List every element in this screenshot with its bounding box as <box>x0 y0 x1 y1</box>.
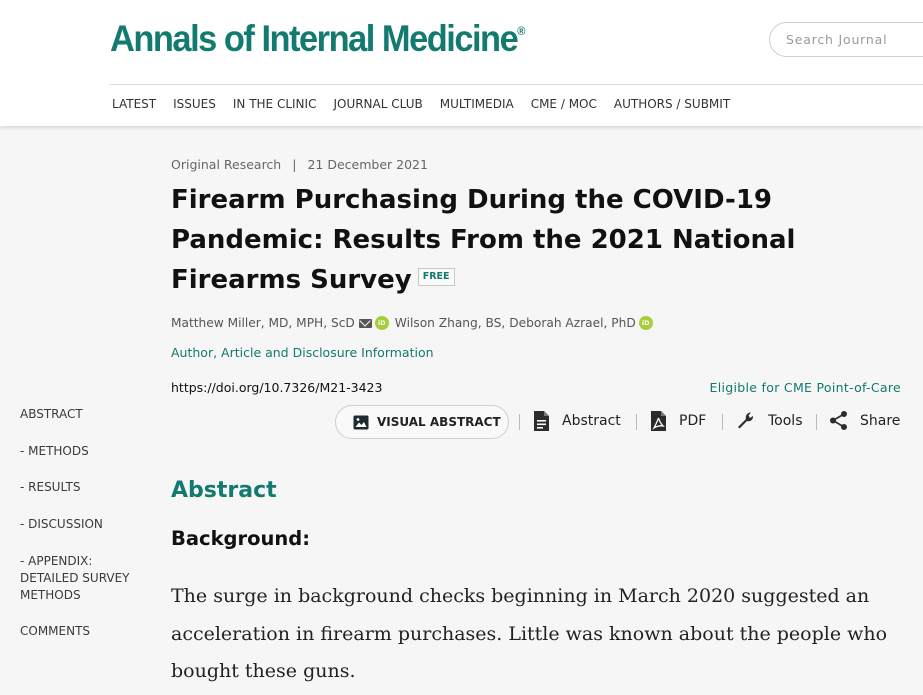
tools-button[interactable]: Tools <box>735 410 803 431</box>
pdf-button[interactable]: PDF <box>650 410 706 432</box>
doi-link[interactable]: https://doi.org/10.7326/M21-3423 <box>171 380 382 395</box>
site-header: Annals of Internal Medicine® LATEST ISSU… <box>0 0 923 126</box>
nav-multimedia[interactable]: MULTIMEDIA <box>440 97 514 111</box>
toolbar-divider <box>636 414 637 430</box>
abstract-label: Abstract <box>562 413 621 429</box>
share-icon <box>830 411 847 430</box>
pdf-icon <box>651 411 666 431</box>
visual-abstract-label: VISUAL ABSTRACT <box>377 415 501 429</box>
article-type: Original Research <box>171 157 282 172</box>
abstract-button[interactable]: Abstract <box>533 410 621 432</box>
orcid-icon[interactable]: iD <box>374 316 389 330</box>
article-date: 21 December 2021 <box>307 157 428 172</box>
document-icon <box>534 411 549 431</box>
nav-latest[interactable]: LATEST <box>112 97 156 111</box>
background-paragraph: The surge in background checks beginning… <box>171 585 888 682</box>
article-toolbar: VISUAL ABSTRACT Abstract PDF Tools Share <box>0 405 923 439</box>
nav-cme-moc[interactable]: CME / MOC <box>531 97 597 111</box>
page-title: Firearm Purchasing During the COVID-19 P… <box>171 185 796 295</box>
nav-journal-club[interactable]: JOURNAL CLUB <box>333 97 422 111</box>
author-name[interactable]: Matthew Miller, MD, MPH, ScD <box>171 316 355 330</box>
main-nav: LATEST ISSUES IN THE CLINIC JOURNAL CLUB… <box>112 97 747 111</box>
visual-abstract-button[interactable]: VISUAL ABSTRACT <box>335 405 509 439</box>
sidebar-item-methods[interactable]: - METHODS <box>20 443 89 460</box>
abstract-heading: Abstract <box>171 478 277 503</box>
toolbar-divider <box>816 414 817 430</box>
search-box[interactable] <box>769 22 923 57</box>
background-heading: Background: <box>171 527 311 550</box>
author-list: Matthew Miller, MD, MPH, ScD iD Wilson Z… <box>171 316 657 330</box>
sidebar-item-comments[interactable]: COMMENTS <box>20 623 90 640</box>
meta-separator: | <box>292 157 297 172</box>
share-label: Share <box>860 412 901 429</box>
image-icon <box>353 415 369 429</box>
article-meta: Original Research | 21 December 2021 <box>171 157 428 172</box>
mail-icon[interactable] <box>358 318 372 328</box>
wrench-icon <box>738 412 754 429</box>
nav-issues[interactable]: ISSUES <box>173 97 216 111</box>
author-info-link[interactable]: Author, Article and Disclosure Informati… <box>171 345 434 360</box>
free-badge: FREE <box>417 267 455 286</box>
nav-in-the-clinic[interactable]: IN THE CLINIC <box>233 97 317 111</box>
share-button[interactable]: Share <box>829 410 900 431</box>
cme-link[interactable]: Eligible for CME Point-of-Care <box>710 380 901 395</box>
sidebar-item-appendix[interactable]: - APPENDIX: DETAILED SURVEY METHODS <box>20 553 145 604</box>
sidebar-item-results[interactable]: - RESULTS <box>20 479 80 496</box>
sidebar-item-discussion[interactable]: - DISCUSSION <box>20 516 103 533</box>
author-name[interactable]: Deborah Azrael, PhD <box>509 316 635 330</box>
search-input[interactable] <box>786 32 923 47</box>
orcid-icon[interactable]: iD <box>638 316 653 330</box>
journal-logo[interactable]: Annals of Internal Medicine® <box>110 18 525 60</box>
nav-authors-submit[interactable]: AUTHORS / SUBMIT <box>614 97 730 111</box>
toolbar-divider <box>722 414 723 430</box>
header-divider <box>110 84 923 85</box>
toolbar-divider <box>519 414 520 430</box>
pdf-label: PDF <box>679 413 707 429</box>
tools-label: Tools <box>768 412 803 429</box>
author-name[interactable]: Wilson Zhang, BS, <box>395 316 505 330</box>
